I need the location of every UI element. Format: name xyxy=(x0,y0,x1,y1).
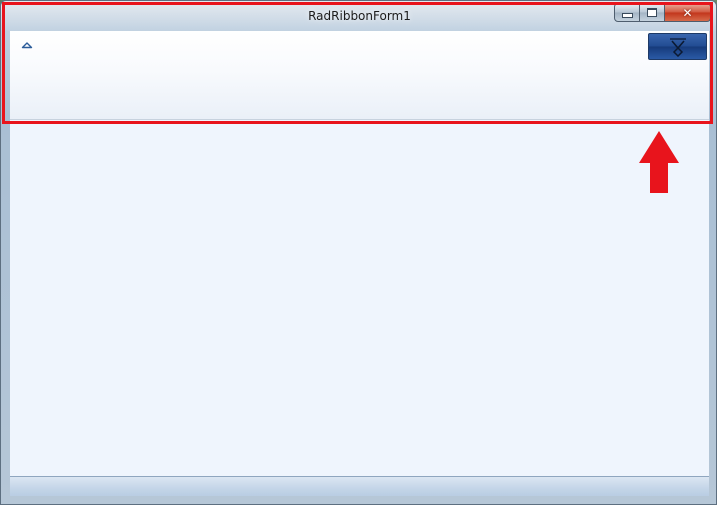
ribbon-bar xyxy=(10,31,709,120)
status-bar xyxy=(10,476,709,496)
application-menu-button[interactable] xyxy=(648,33,707,60)
maximize-button[interactable] xyxy=(640,3,665,22)
close-button[interactable]: ✕ xyxy=(665,3,711,22)
caption-buttons: ✕ xyxy=(614,3,711,22)
form-client-area[interactable] xyxy=(10,120,709,476)
ribbon-form-window: RadRibbonForm1 ✕ xyxy=(0,0,717,505)
application-menu-icon xyxy=(669,37,686,57)
close-icon: ✕ xyxy=(682,5,693,20)
collapse-ribbon-chevron-icon xyxy=(21,42,33,49)
title-bar[interactable]: RadRibbonForm1 ✕ xyxy=(1,1,716,31)
ribbon-expand-collapse-button[interactable] xyxy=(20,39,34,51)
minimize-button[interactable] xyxy=(614,3,640,22)
maximize-icon xyxy=(647,8,657,17)
minimize-icon xyxy=(621,13,633,18)
window-title: RadRibbonForm1 xyxy=(308,9,411,23)
